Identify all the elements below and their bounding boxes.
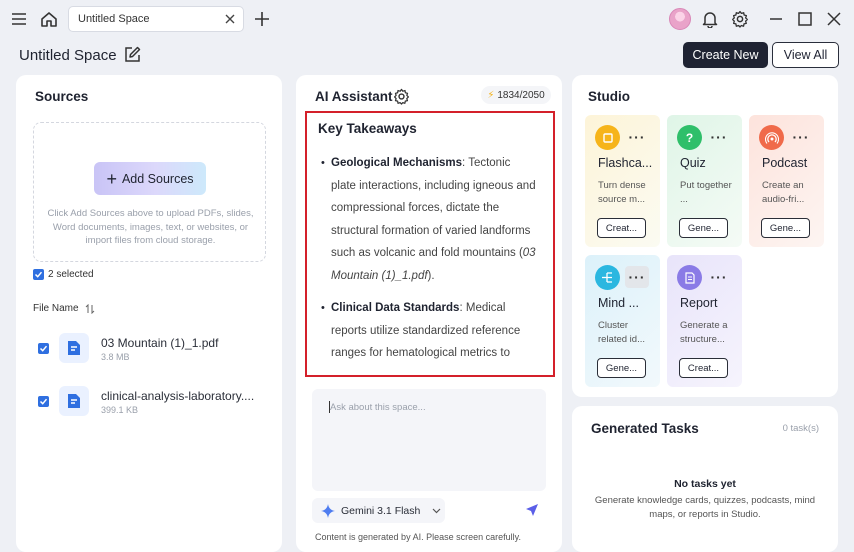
sources-title: Sources <box>35 89 89 104</box>
more-options-icon[interactable]: ··· <box>707 266 731 288</box>
bullet: • <box>321 157 325 169</box>
close-window-icon[interactable] <box>824 9 844 29</box>
settings-icon[interactable] <box>393 88 410 105</box>
takeaway-tail: ). <box>427 269 435 282</box>
empty-state-description: Generate knowledge cards, quizzes, podca… <box>594 495 816 520</box>
plus-icon: + <box>106 168 117 189</box>
studio-card-report[interactable]: ··· Report Generate a structure... Creat… <box>667 255 742 387</box>
ask-input-box[interactable]: Ask about this space... <box>312 389 546 491</box>
studio-card-flashcards[interactable]: ··· Flashca... Turn dense source m... Cr… <box>585 115 660 247</box>
file-checkbox[interactable] <box>38 343 49 354</box>
bullet: • <box>321 302 325 314</box>
maximize-icon[interactable] <box>795 9 815 29</box>
model-select[interactable]: Gemini 3.1 Flash <box>312 498 445 523</box>
create-new-button[interactable]: Create New <box>683 42 768 68</box>
more-options-icon[interactable]: ··· <box>625 266 649 288</box>
dropzone-hint: Click Add Sources above to upload PDFs, … <box>47 208 254 246</box>
file-name: clinical-analysis-laboratory.... <box>101 389 255 403</box>
gemini-icon <box>321 503 335 518</box>
card-title: Podcast <box>762 156 808 170</box>
generated-tasks-title: Generated Tasks <box>591 421 699 436</box>
card-generate-button[interactable]: Gene... <box>679 218 728 238</box>
select-all-checkbox[interactable] <box>33 269 44 280</box>
source-dropzone[interactable]: + Add Sources Click Add Sources above to… <box>33 122 266 262</box>
card-generate-button[interactable]: Gene... <box>597 358 646 378</box>
report-icon <box>677 265 702 290</box>
avatar[interactable] <box>669 8 691 30</box>
takeaway-term: Clinical Data Standards <box>331 302 460 314</box>
more-options-icon[interactable]: ··· <box>625 126 649 148</box>
card-description: Turn dense source m... <box>598 180 646 205</box>
key-takeaways-title: Key Takeaways <box>318 121 417 136</box>
add-sources-button[interactable]: + Add Sources <box>94 162 206 195</box>
menu-icon[interactable] <box>10 10 28 28</box>
card-title: Report <box>680 296 718 310</box>
document-icon <box>59 333 89 363</box>
flashcard-icon <box>595 125 620 150</box>
model-name: Gemini 3.1 Flash <box>341 504 421 517</box>
card-description: Generate a structure... <box>680 320 728 345</box>
sort-icon[interactable] <box>85 303 95 314</box>
gear-icon[interactable] <box>730 9 750 29</box>
more-options-icon[interactable]: ··· <box>707 126 731 148</box>
takeaway-text: : Tectonic plate interactions, including… <box>331 157 536 259</box>
card-create-button[interactable]: Creat... <box>597 218 646 238</box>
ai-disclaimer: Content is generated by AI. Please scree… <box>315 532 521 542</box>
studio-panel: Studio ··· Flashca... Turn dense source … <box>572 75 838 397</box>
file-checkbox[interactable] <box>38 396 49 407</box>
send-icon[interactable] <box>525 503 539 517</box>
bolt-icon: ⚡ <box>487 89 495 101</box>
card-create-button[interactable]: Creat... <box>679 358 728 378</box>
ai-assistant-panel: AI Assistant ⚡ 1834/2050 Key Takeaways •… <box>296 75 562 552</box>
file-name: 03 Mountain (1)_1.pdf <box>101 336 219 350</box>
credits-badge: ⚡ 1834/2050 <box>481 86 551 104</box>
document-icon <box>59 386 89 416</box>
bell-icon[interactable] <box>700 9 720 29</box>
card-description: Cluster related id... <box>598 320 645 345</box>
ai-assistant-title: AI Assistant <box>315 89 393 104</box>
studio-title: Studio <box>588 89 630 104</box>
minimize-icon[interactable] <box>766 9 786 29</box>
edit-icon[interactable] <box>124 46 141 63</box>
tab-untitled-space[interactable]: Untitled Space <box>68 6 244 32</box>
selected-count: 2 selected <box>48 269 94 280</box>
file-name-label: File Name <box>33 303 79 314</box>
add-sources-label: Add Sources <box>121 171 194 186</box>
studio-card-mind-map[interactable]: ··· Mind ... Cluster related id... Gene.… <box>585 255 660 387</box>
credits-value: 1834/2050 <box>497 89 545 101</box>
takeaway-term: Geological Mechanisms <box>331 157 463 169</box>
home-icon[interactable] <box>39 9 59 29</box>
mind-map-icon <box>595 265 620 290</box>
sources-panel: Sources + Add Sources Click Add Sources … <box>16 75 282 552</box>
card-title: Mind ... <box>598 296 639 310</box>
file-name-header[interactable]: File Name <box>33 303 95 314</box>
tab-title: Untitled Space <box>78 13 150 25</box>
generated-tasks-panel: Generated Tasks 0 task(s) No tasks yet G… <box>572 406 838 552</box>
key-takeaways-box: Key Takeaways • Geological Mechanisms: T… <box>305 111 555 377</box>
studio-card-quiz[interactable]: ? ··· Quiz Put together ... Gene... <box>667 115 742 247</box>
card-title: Flashca... <box>598 156 653 170</box>
more-options-icon[interactable]: ··· <box>789 126 813 148</box>
title-bar: Untitled Space <box>0 0 854 38</box>
question-mark-glyph: ? <box>685 130 694 145</box>
podcast-icon <box>759 125 784 150</box>
close-tab-icon[interactable] <box>223 12 237 26</box>
ask-placeholder: Ask about this space... <box>330 402 426 413</box>
tasks-count: 0 task(s) <box>782 423 819 434</box>
new-tab-icon[interactable] <box>252 9 272 29</box>
card-title: Quiz <box>680 156 706 170</box>
file-size: 3.8 MB <box>101 352 130 362</box>
file-size: 399.1 KB <box>101 405 139 415</box>
card-description: Create an audio-fri... <box>762 180 805 205</box>
empty-state-title: No tasks yet <box>674 478 736 490</box>
studio-card-podcast[interactable]: ··· Podcast Create an audio-fri... Gene.… <box>749 115 824 247</box>
takeaway-item: • Clinical Data Standards: Medical repor… <box>321 297 537 365</box>
quiz-icon: ? <box>677 125 702 150</box>
space-title: Untitled Space <box>19 47 117 64</box>
view-all-button[interactable]: View All <box>772 42 839 68</box>
card-generate-button[interactable]: Gene... <box>761 218 810 238</box>
chevron-down-icon <box>432 508 441 514</box>
card-description: Put together ... <box>680 180 732 205</box>
takeaway-item: • Geological Mechanisms: Tectonic plate … <box>321 152 537 287</box>
